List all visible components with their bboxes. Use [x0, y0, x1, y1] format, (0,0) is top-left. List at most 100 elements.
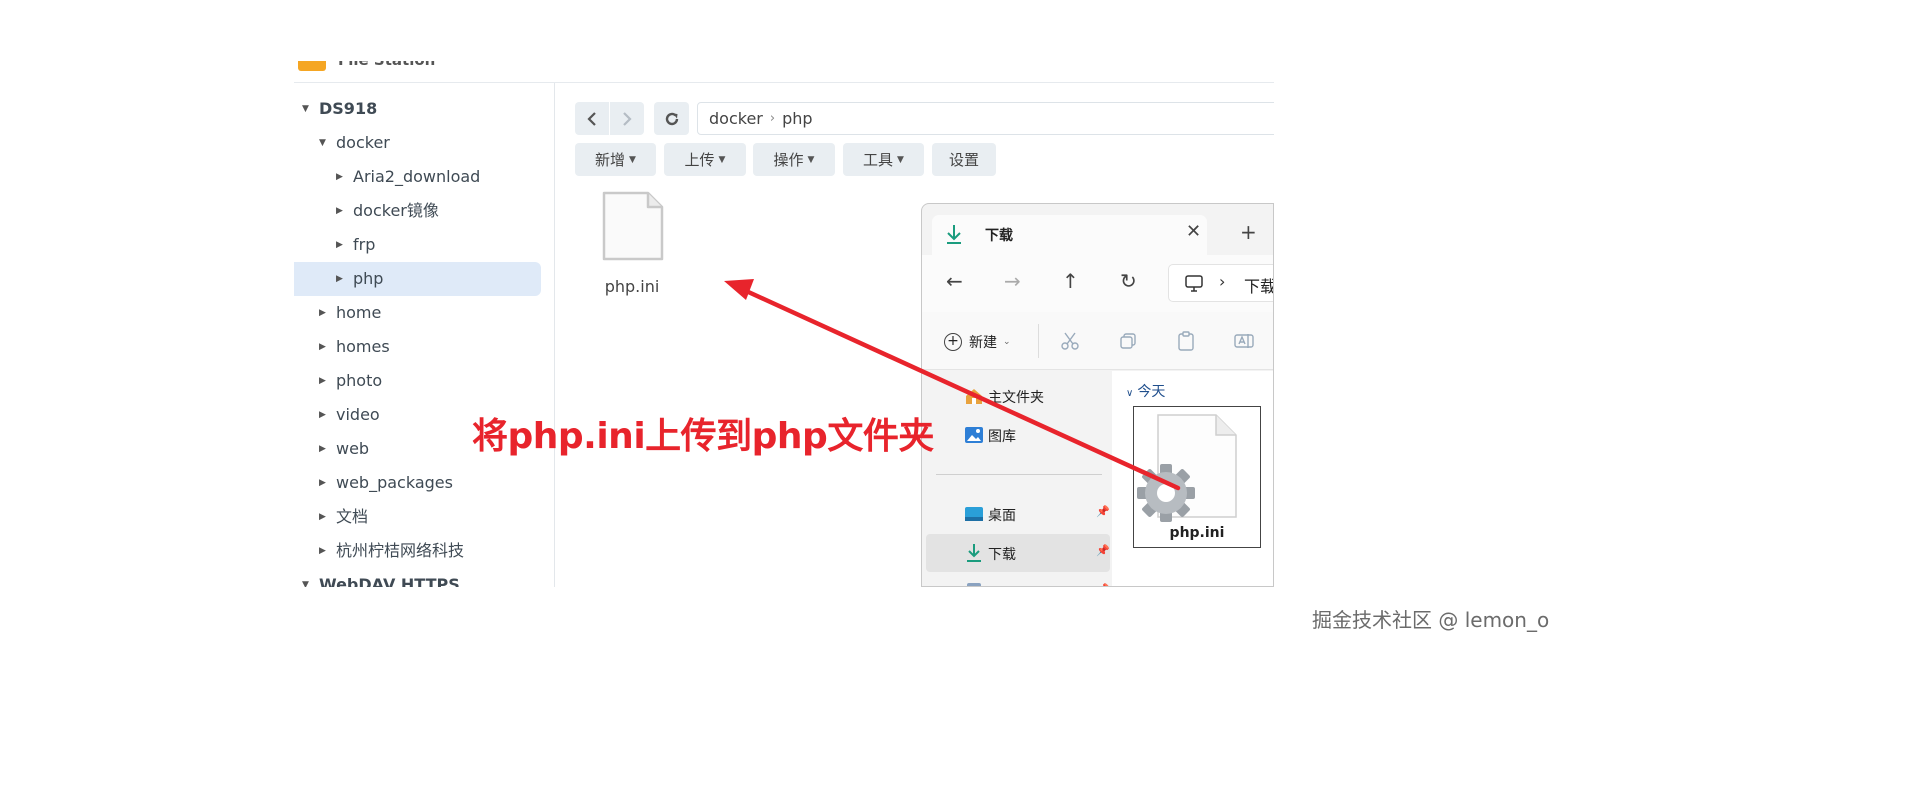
paste-icon[interactable] [1176, 331, 1196, 351]
collapsed-triangle-icon[interactable]: ▶ [336, 194, 343, 228]
expanded-triangle-icon[interactable]: ▼ [302, 92, 309, 126]
nav-item-label: 桌面 [988, 508, 1016, 524]
nav-item-desktop[interactable]: 桌面 📌 [926, 495, 1110, 533]
new-item-button[interactable]: + 新建 ⌄ [944, 332, 1011, 352]
file-icon[interactable] [602, 191, 664, 261]
tree-item-php[interactable]: ▶ php [294, 262, 541, 296]
tree-item-ds918[interactable]: ▼ DS918 [294, 92, 541, 126]
rename-icon[interactable] [1234, 331, 1254, 351]
nav-item-downloads[interactable]: 下载 📌 [926, 534, 1110, 572]
upload-button[interactable]: 上传 ▼ [664, 143, 746, 176]
refresh-button[interactable] [654, 102, 689, 135]
tree-item-node-12[interactable]: ▶ 文档 [294, 500, 541, 534]
tree-item-web-packages[interactable]: ▶ web_packages [294, 466, 541, 500]
group-header-today[interactable]: ∨ 今天 [1126, 381, 1165, 401]
tree-item-docker[interactable]: ▼ docker [294, 126, 541, 160]
file-tile-selected[interactable]: php.ini [1133, 406, 1261, 548]
action-button[interactable]: 操作 ▼ [753, 143, 835, 176]
tree-item-label: frp [353, 235, 376, 254]
collapsed-triangle-icon[interactable]: ▶ [319, 500, 326, 534]
nav-pane-divider [936, 474, 1102, 475]
tree-item-node-13[interactable]: ▶ 杭州柠桔网络科技 [294, 534, 541, 568]
tree-item-label: web_packages [336, 473, 453, 492]
tree-item-webdav-https[interactable]: ▼ WebDAV HTTPS [294, 568, 541, 587]
folder-tree: ▼ DS918 ▼ docker ▶ Aria2_download ▶ docker镜像 ▶ fr… [294, 83, 555, 587]
pin-icon[interactable]: 📌 [1096, 583, 1110, 586]
tree-item-aria2-download[interactable]: ▶ Aria2_download [294, 160, 541, 194]
chevron-down-icon: ∨ [1126, 388, 1134, 399]
expanded-triangle-icon[interactable]: ▼ [319, 126, 326, 160]
tree-item-label: homes [336, 337, 390, 356]
tree-item-homes[interactable]: ▶ homes [294, 330, 541, 364]
settings-button[interactable]: 设置 [932, 143, 996, 176]
tree-item-label: photo [336, 371, 383, 390]
collapsed-triangle-icon[interactable]: ▶ [319, 364, 326, 398]
plus-circle-icon: + [944, 333, 962, 351]
nav-item-home[interactable]: 主文件夹 [926, 377, 1110, 415]
home-icon [966, 389, 982, 404]
nav-item-gallery[interactable]: 图库 [926, 416, 1110, 454]
explorer-navigation-pane: 主文件夹 图库 桌面 📌 下载 📌 文档 📌 [922, 371, 1112, 586]
tree-item-frp[interactable]: ▶ frp [294, 228, 541, 262]
annotation-text: 将php.ini上传到php文件夹 [472, 416, 934, 457]
gallery-icon [965, 427, 983, 443]
tree-item-home[interactable]: ▶ home [294, 296, 541, 330]
chevron-left-icon [587, 111, 596, 126]
tree-item-label: docker镜像 [353, 201, 439, 220]
forward-button[interactable] [610, 102, 644, 135]
back-arrow-icon[interactable]: ← [946, 269, 963, 293]
file-name: php.ini [1169, 525, 1225, 541]
tree-item-label: video [336, 405, 380, 424]
expanded-triangle-icon[interactable]: ▼ [302, 568, 309, 587]
tree-item-label: 杭州柠桔网络科技 [336, 541, 465, 560]
tree-item-label: web [336, 439, 370, 458]
computer-icon [1185, 275, 1203, 292]
new-tab-icon[interactable]: + [1240, 220, 1257, 244]
pin-icon[interactable]: 📌 [1096, 544, 1110, 557]
caret-down-icon: ▼ [807, 154, 815, 165]
collapsed-triangle-icon[interactable]: ▶ [319, 398, 326, 432]
tree-item-photo[interactable]: ▶ photo [294, 364, 541, 398]
tools-button[interactable]: 工具 ▼ [843, 143, 924, 176]
file-name[interactable]: php.ini [592, 277, 672, 296]
tree-item-docker[interactable]: ▶ docker镜像 [294, 194, 541, 228]
upload-button-label: 上传 [684, 151, 715, 169]
tree-item-label: 文档 [336, 507, 369, 526]
documents-icon [967, 583, 981, 586]
nav-item-label: 下载 [988, 547, 1016, 563]
tab-downloads[interactable]: 下载 ✕ [932, 215, 1207, 255]
forward-arrow-icon[interactable]: → [1004, 269, 1021, 293]
pin-icon[interactable]: 📌 [1096, 505, 1110, 518]
collapsed-triangle-icon[interactable]: ▶ [319, 534, 326, 568]
back-button[interactable] [575, 102, 609, 135]
explorer-content-pane: ∨ 今天 php.ini [1112, 371, 1273, 586]
settings-file-icon [1137, 414, 1237, 522]
refresh-icon[interactable]: ↻ [1120, 269, 1137, 293]
tree-item-label: docker [336, 133, 390, 152]
collapsed-triangle-icon[interactable]: ▶ [336, 262, 343, 296]
tree-item-label: WebDAV HTTPS [319, 575, 460, 587]
close-tab-icon[interactable]: ✕ [1186, 221, 1201, 242]
breadcrumb-docker[interactable]: docker [709, 109, 763, 128]
collapsed-triangle-icon[interactable]: ▶ [319, 296, 326, 330]
path-bar[interactable]: docker › php [697, 102, 1274, 135]
breadcrumb-php[interactable]: php [782, 109, 812, 128]
download-icon [967, 544, 981, 562]
explorer-address-bar[interactable]: › 下载 [1168, 264, 1273, 302]
new-button[interactable]: 新增 ▼ [575, 143, 656, 176]
file-station-logo-icon [298, 61, 326, 71]
explorer-window: 下载 ✕ + ← → ↑ ↻ › 下载 + 新建 ⌄ 主文件夹 图库 桌面 📌 … [921, 203, 1274, 587]
tree-item-label: DS918 [319, 99, 378, 118]
download-icon [947, 225, 961, 244]
group-label: 今天 [1137, 384, 1166, 400]
cut-icon[interactable] [1060, 331, 1080, 351]
collapsed-triangle-icon[interactable]: ▶ [336, 228, 343, 262]
up-arrow-icon[interactable]: ↑ [1062, 269, 1079, 293]
refresh-icon [665, 112, 678, 125]
nav-item-documents[interactable]: 文档 📌 [926, 573, 1110, 586]
copy-icon[interactable] [1118, 331, 1138, 351]
collapsed-triangle-icon[interactable]: ▶ [319, 432, 326, 466]
collapsed-triangle-icon[interactable]: ▶ [319, 466, 326, 500]
collapsed-triangle-icon[interactable]: ▶ [336, 160, 343, 194]
collapsed-triangle-icon[interactable]: ▶ [319, 330, 326, 364]
